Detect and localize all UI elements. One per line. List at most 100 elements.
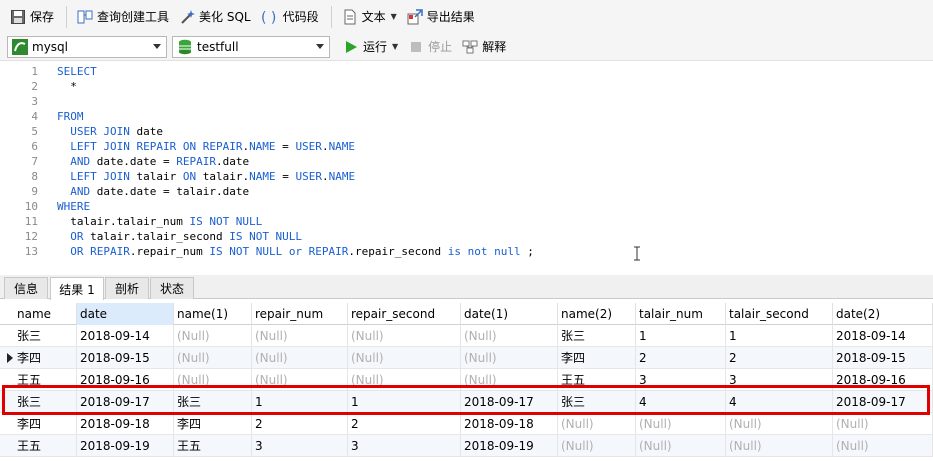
table-cell[interactable]: (Null) <box>558 413 636 435</box>
result-grid[interactable]: name date name(1) repair_num repair_second da… <box>0 303 933 461</box>
table-cell[interactable]: (Null) <box>461 347 558 369</box>
code-line[interactable]: 10 WHERE <box>0 199 933 214</box>
code-line[interactable]: 1 SELECT <box>0 64 933 79</box>
table-row[interactable]: 王五 2018-09-16 (Null) (Null) (Null) (Null) 王五 3 3… <box>0 369 933 391</box>
table-cell[interactable]: (Null) <box>461 369 558 391</box>
table-cell[interactable]: 3 <box>348 435 461 457</box>
stop-button[interactable]: 停止 <box>404 35 456 59</box>
column-header[interactable]: date <box>77 303 174 325</box>
table-cell[interactable]: 王五 <box>14 435 77 457</box>
tab-info[interactable]: 信息 <box>4 277 48 299</box>
code-line[interactable]: 4 FROM <box>0 109 933 124</box>
table-cell[interactable]: (Null) <box>252 369 348 391</box>
tab-profile[interactable]: 剖析 <box>105 277 149 299</box>
table-cell[interactable]: 张三 <box>14 391 77 413</box>
code-line[interactable]: 9 AND date.date = talair.date <box>0 184 933 199</box>
tab-status[interactable]: 状态 <box>150 277 194 299</box>
table-cell[interactable]: 2018-09-18 <box>461 413 558 435</box>
table-cell[interactable]: 李四 <box>174 413 252 435</box>
table-cell[interactable]: (Null) <box>726 413 833 435</box>
table-cell[interactable]: 张三 <box>558 325 636 347</box>
code-snippet-button[interactable]: ( ) 代码段 <box>257 5 323 29</box>
table-cell[interactable]: (Null) <box>252 347 348 369</box>
table-cell[interactable]: 3 <box>636 369 726 391</box>
connection-select[interactable]: mysql <box>7 35 167 58</box>
table-cell[interactable]: (Null) <box>348 325 461 347</box>
table-cell[interactable]: 张三 <box>558 391 636 413</box>
column-header[interactable]: repair_second <box>348 303 461 325</box>
table-cell[interactable]: 王五 <box>174 435 252 457</box>
table-cell[interactable]: (Null) <box>174 347 252 369</box>
table-cell[interactable]: 4 <box>636 391 726 413</box>
table-cell[interactable]: (Null) <box>174 369 252 391</box>
table-cell[interactable]: (Null) <box>348 369 461 391</box>
table-cell[interactable]: 李四 <box>14 347 77 369</box>
table-cell[interactable]: 2018-09-18 <box>77 413 174 435</box>
sql-editor[interactable]: 1 SELECT 2 * 3 4 FROM 5 USER JOIN date 6 LEFT J… <box>0 60 933 272</box>
table-cell[interactable]: 王五 <box>14 369 77 391</box>
table-cell[interactable]: 2018-09-17 <box>461 391 558 413</box>
table-cell[interactable]: 张三 <box>14 325 77 347</box>
table-row[interactable]: 李四 2018-09-15 (Null) (Null) (Null) (Null) 李四 2 2… <box>0 347 933 369</box>
table-row[interactable]: 张三 2018-09-14 (Null) (Null) (Null) (Null) 张三 1 1… <box>0 325 933 347</box>
table-cell[interactable]: 王五 <box>558 369 636 391</box>
explain-button[interactable]: 解释 <box>458 35 510 59</box>
table-cell[interactable]: 1 <box>726 325 833 347</box>
code-line[interactable]: 6 LEFT JOIN REPAIR ON REPAIR.NAME = USER… <box>0 139 933 154</box>
table-cell[interactable]: 张三 <box>174 391 252 413</box>
table-cell[interactable]: 2 <box>252 413 348 435</box>
beautify-sql-button[interactable]: 美化 SQL <box>175 5 255 29</box>
table-cell[interactable]: 2018-09-14 <box>833 325 933 347</box>
save-button[interactable]: 保存 <box>6 5 58 29</box>
table-cell[interactable]: 2018-09-17 <box>77 391 174 413</box>
table-cell[interactable]: (Null) <box>174 325 252 347</box>
table-cell[interactable]: (Null) <box>726 435 833 457</box>
code-line[interactable]: 7 AND date.date = REPAIR.date <box>0 154 933 169</box>
table-cell[interactable]: 2 <box>726 347 833 369</box>
table-cell[interactable]: (Null) <box>833 413 933 435</box>
column-header[interactable]: name(2) <box>558 303 636 325</box>
table-cell[interactable]: 2 <box>348 413 461 435</box>
table-cell[interactable]: 2018-09-19 <box>461 435 558 457</box>
table-cell[interactable]: 2018-09-15 <box>77 347 174 369</box>
code-line[interactable]: 2 * <box>0 79 933 94</box>
table-cell[interactable]: 4 <box>726 391 833 413</box>
column-header[interactable]: name(1) <box>174 303 252 325</box>
table-cell[interactable]: (Null) <box>636 413 726 435</box>
column-header[interactable]: talair_num <box>636 303 726 325</box>
table-cell[interactable]: (Null) <box>636 435 726 457</box>
table-cell[interactable]: (Null) <box>252 325 348 347</box>
table-cell[interactable]: 1 <box>252 391 348 413</box>
column-header[interactable]: name <box>14 303 77 325</box>
table-cell[interactable]: (Null) <box>461 325 558 347</box>
table-cell[interactable]: 2018-09-16 <box>833 369 933 391</box>
table-cell[interactable]: 2018-09-16 <box>77 369 174 391</box>
query-builder-button[interactable]: 查询创建工具 <box>73 5 173 29</box>
table-cell[interactable]: 2 <box>636 347 726 369</box>
code-line[interactable]: 5 USER JOIN date <box>0 124 933 139</box>
table-cell[interactable]: 2018-09-14 <box>77 325 174 347</box>
table-cell[interactable]: (Null) <box>558 435 636 457</box>
column-header[interactable]: talair_second <box>726 303 833 325</box>
table-cell[interactable]: 李四 <box>14 413 77 435</box>
export-results-button[interactable]: 导出结果 <box>403 5 479 29</box>
code-line[interactable]: 13 OR REPAIR.repair_num IS NOT NULL or R… <box>0 244 933 259</box>
code-line[interactable]: 8 LEFT JOIN talair ON talair.NAME = USER… <box>0 169 933 184</box>
table-cell[interactable]: 2018-09-19 <box>77 435 174 457</box>
code-line[interactable]: 11 talair.talair_num IS NOT NULL <box>0 214 933 229</box>
table-cell[interactable]: 2018-09-15 <box>833 347 933 369</box>
table-cell[interactable]: 1 <box>636 325 726 347</box>
database-select[interactable]: testfull <box>172 35 330 58</box>
table-cell[interactable]: (Null) <box>348 347 461 369</box>
code-line[interactable]: 12 OR talair.talair_second IS NOT NULL <box>0 229 933 244</box>
table-cell[interactable]: 2018-09-17 <box>833 391 933 413</box>
table-row[interactable]: 王五 2018-09-19 王五 3 3 2018-09-19 (Null) (Null) (N… <box>0 435 933 457</box>
table-cell[interactable]: 3 <box>726 369 833 391</box>
tab-result-1[interactable]: 结果 1 <box>50 277 104 300</box>
table-cell[interactable]: 3 <box>252 435 348 457</box>
table-cell[interactable]: (Null) <box>833 435 933 457</box>
column-header[interactable]: date(1) <box>461 303 558 325</box>
table-row[interactable]: 李四 2018-09-18 李四 2 2 2018-09-18 (Null) (Null) (N… <box>0 413 933 435</box>
table-row[interactable]: 张三 2018-09-17 张三 1 1 2018-09-17 张三 4 4 2018-09-17 <box>0 391 933 413</box>
column-header[interactable]: repair_num <box>252 303 348 325</box>
